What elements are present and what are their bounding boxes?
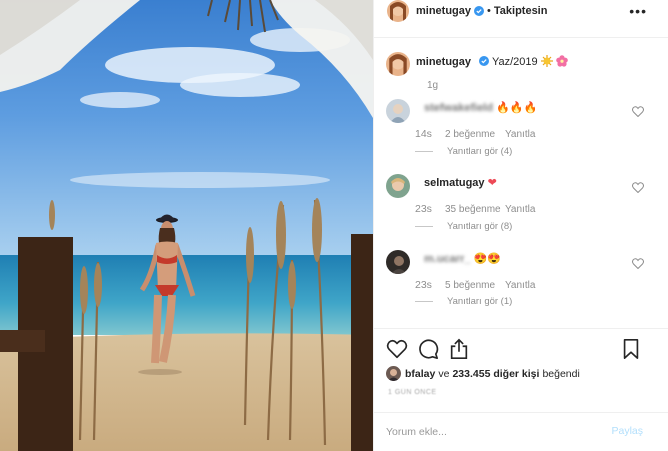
liker-username[interactable]: bfalay xyxy=(405,368,435,380)
view-replies[interactable]: Yanıtları gör (1) xyxy=(415,296,512,307)
post-time[interactable]: 1 GÜN ÖNCE xyxy=(388,389,437,396)
caption-time[interactable]: 1g xyxy=(427,80,438,91)
view-replies[interactable]: Yanıtları gör (4) xyxy=(415,146,512,157)
caption-username[interactable]: minetugay xyxy=(416,56,471,68)
verified-badge-icon xyxy=(474,6,485,16)
commenter-username[interactable]: stefwakefield xyxy=(424,102,493,114)
commenter-username[interactable]: m.ucarr_ xyxy=(424,253,470,265)
author-avatar[interactable] xyxy=(387,0,409,22)
view-replies-label[interactable]: Yanıtları gör (4) xyxy=(447,146,512,157)
author-username[interactable]: minetugay xyxy=(416,5,471,17)
header-divider xyxy=(374,37,668,38)
sun-emoji-icon xyxy=(540,55,553,67)
caption-avatar[interactable] xyxy=(386,52,410,76)
following-status[interactable]: Takiptesin xyxy=(494,5,548,17)
likes-others[interactable]: 233.455 diğer kişi xyxy=(452,368,539,380)
comment-meta: 14s 2 beğenme Yanıtla xyxy=(415,128,535,140)
comment-text: 😍😍 xyxy=(473,253,501,265)
reply-button[interactable]: Yanıtla xyxy=(505,204,535,215)
more-horizontal-icon[interactable]: ••• xyxy=(629,3,647,19)
comment-meta: 23s 5 beğenme Yanıtla xyxy=(415,279,535,291)
replies-line xyxy=(415,301,433,302)
comment-like-heart-icon[interactable] xyxy=(632,106,644,117)
caption-text: Yaz/2019 xyxy=(491,56,538,68)
replies-line xyxy=(415,151,433,152)
post-side-panel: minetugay • Takiptesin ••• minetugay Yaz… xyxy=(373,0,668,451)
likes-suffix: beğendi xyxy=(542,367,580,380)
actions-divider xyxy=(374,328,668,329)
share-icon[interactable] xyxy=(448,338,470,360)
comment-icon[interactable] xyxy=(417,338,439,360)
comment-time[interactable]: 23s xyxy=(415,279,445,291)
replies-line xyxy=(415,226,433,227)
likes-connector: ve xyxy=(438,367,450,380)
comment-likes[interactable]: 2 beğenme xyxy=(445,129,505,140)
post-header: minetugay • Takiptesin ••• xyxy=(374,0,668,22)
comment-composer: Paylaş xyxy=(374,412,668,451)
likes-summary: bfalay ve 233.455 diğer kişi beğendi xyxy=(386,366,580,381)
header-separator: • xyxy=(487,5,491,17)
verified-badge-icon xyxy=(479,56,490,66)
comment-meta: 23s 35 beğenme Yanıtla xyxy=(415,203,535,215)
caption-body: minetugay Yaz/2019 xyxy=(416,55,568,68)
commenter-avatar[interactable] xyxy=(386,250,410,274)
flower-emoji-icon xyxy=(555,55,568,67)
comment-like-heart-icon[interactable] xyxy=(632,258,644,269)
comment-text: ❤ xyxy=(487,177,497,189)
comment-like-heart-icon[interactable] xyxy=(632,182,644,193)
comment-item: m.ucarr_ 😍😍 xyxy=(386,250,656,274)
comment-likes[interactable]: 5 beğenme xyxy=(445,280,505,291)
post-caption: minetugay Yaz/2019 xyxy=(386,52,656,76)
comment-likes[interactable]: 35 beğenme xyxy=(445,204,505,215)
view-replies[interactable]: Yanıtları gör (8) xyxy=(415,221,512,232)
heart-icon[interactable] xyxy=(386,338,408,360)
beach-photo-image xyxy=(0,0,373,451)
comment-input[interactable] xyxy=(386,423,586,441)
commenter-avatar[interactable] xyxy=(386,174,410,198)
post-photo[interactable] xyxy=(0,0,373,451)
comment-time[interactable]: 14s xyxy=(415,128,445,140)
reply-button[interactable]: Yanıtla xyxy=(505,280,535,291)
view-replies-label[interactable]: Yanıtları gör (1) xyxy=(447,296,512,307)
reply-button[interactable]: Yanıtla xyxy=(505,129,535,140)
liker-avatar[interactable] xyxy=(386,366,401,381)
bookmark-icon[interactable] xyxy=(620,338,642,360)
action-bar xyxy=(386,338,656,362)
post-comment-button[interactable]: Paylaş xyxy=(611,425,643,437)
commenter-avatar[interactable] xyxy=(386,99,410,123)
comment-item: selmatugay ❤ xyxy=(386,174,656,198)
comment-time[interactable]: 23s xyxy=(415,203,445,215)
comment-text: 🔥🔥🔥 xyxy=(496,102,538,114)
view-replies-label[interactable]: Yanıtları gör (8) xyxy=(447,221,512,232)
commenter-username[interactable]: selmatugay xyxy=(424,177,485,189)
comment-item: stefwakefield 🔥🔥🔥 xyxy=(386,99,656,123)
